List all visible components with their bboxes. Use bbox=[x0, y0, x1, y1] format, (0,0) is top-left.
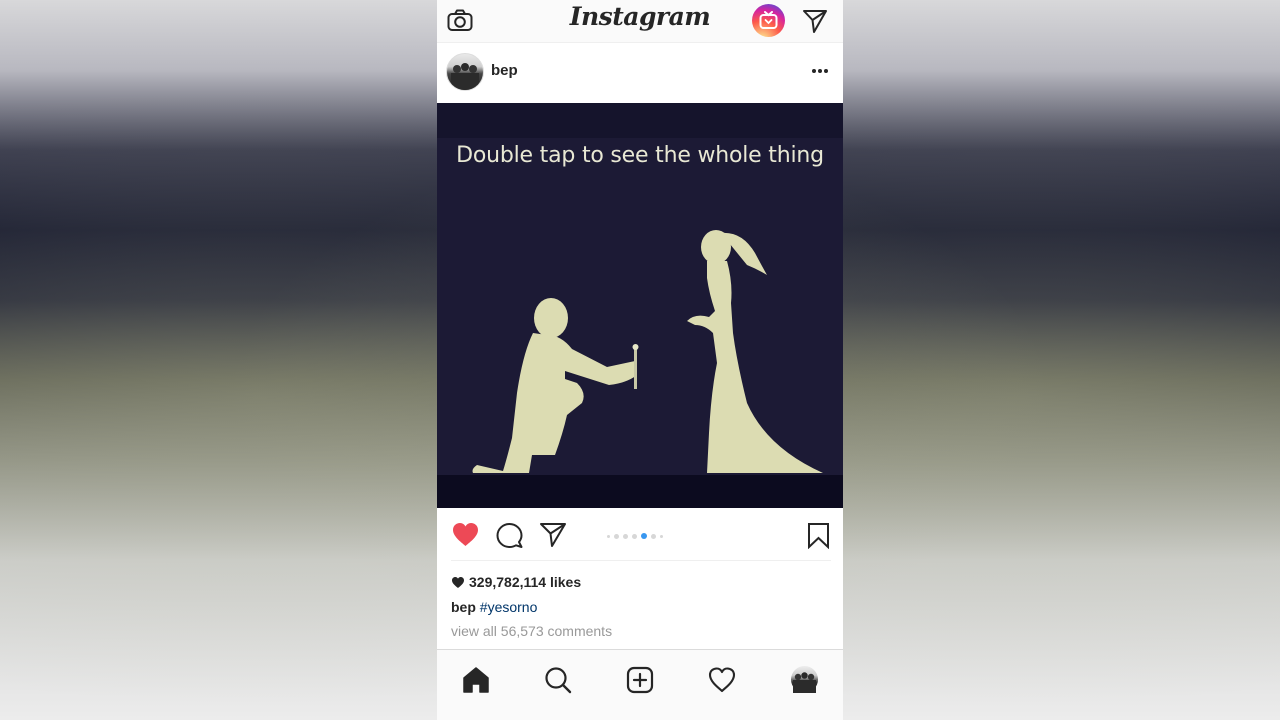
instagram-feed-screen: Instagram bep Double tap to see the whol… bbox=[437, 0, 843, 720]
likes-label: 329,782,114 likes bbox=[469, 574, 582, 590]
likes-count[interactable]: 329,782,114 likes bbox=[451, 574, 581, 590]
post-author-avatar[interactable] bbox=[446, 53, 484, 91]
carousel-dot bbox=[623, 533, 628, 539]
carousel-indicator bbox=[607, 532, 663, 540]
caption-hashtag[interactable]: #yesorno bbox=[480, 599, 538, 615]
save-button[interactable] bbox=[806, 522, 831, 550]
nav-search-button[interactable] bbox=[543, 665, 573, 695]
post-options-button[interactable] bbox=[809, 64, 831, 76]
speech-bubble-icon bbox=[496, 523, 523, 548]
nav-new-post-button[interactable] bbox=[625, 665, 655, 695]
more-options-icon bbox=[812, 69, 828, 73]
carousel-dot bbox=[660, 534, 663, 538]
igtv-button[interactable] bbox=[752, 4, 785, 37]
top-bar: Instagram bbox=[437, 0, 843, 43]
carousel-dot-active bbox=[641, 533, 647, 539]
proposal-silhouette-illustration bbox=[472, 230, 823, 473]
post-header: bep bbox=[437, 42, 843, 102]
profile-avatar-photo bbox=[793, 672, 816, 693]
search-icon bbox=[545, 667, 572, 694]
heart-filled-icon bbox=[453, 523, 478, 546]
add-post-icon bbox=[626, 666, 654, 694]
nav-activity-button[interactable] bbox=[707, 665, 737, 695]
caption-username[interactable]: bep bbox=[451, 599, 476, 615]
avatar-group-photo bbox=[451, 63, 479, 90]
activity-heart-icon bbox=[708, 667, 736, 693]
action-divider bbox=[451, 560, 831, 561]
carousel-dot bbox=[632, 533, 637, 539]
bookmark-icon bbox=[808, 523, 829, 550]
view-comments-link[interactable]: view all 56,573 comments bbox=[451, 623, 612, 639]
bottom-navigation bbox=[437, 649, 843, 720]
carousel-dot bbox=[651, 533, 656, 539]
post-caption: bep #yesorno bbox=[451, 599, 537, 615]
post-image[interactable]: Double tap to see the whole thing bbox=[437, 103, 843, 508]
home-icon bbox=[463, 667, 489, 693]
post-action-bar bbox=[437, 508, 843, 560]
carousel-dot bbox=[614, 533, 619, 539]
nav-profile-avatar[interactable] bbox=[791, 666, 818, 693]
heart-small-icon bbox=[451, 576, 465, 588]
share-button[interactable] bbox=[539, 521, 567, 548]
paper-plane-icon bbox=[540, 523, 566, 547]
paper-plane-icon bbox=[803, 10, 827, 33]
like-button[interactable] bbox=[451, 521, 480, 548]
nav-home-button[interactable] bbox=[461, 665, 491, 695]
direct-messages-button[interactable] bbox=[802, 8, 828, 34]
igtv-icon bbox=[759, 11, 778, 29]
post-author-username[interactable]: bep bbox=[491, 62, 518, 79]
comment-button[interactable] bbox=[496, 522, 523, 549]
carousel-dot bbox=[607, 534, 610, 538]
